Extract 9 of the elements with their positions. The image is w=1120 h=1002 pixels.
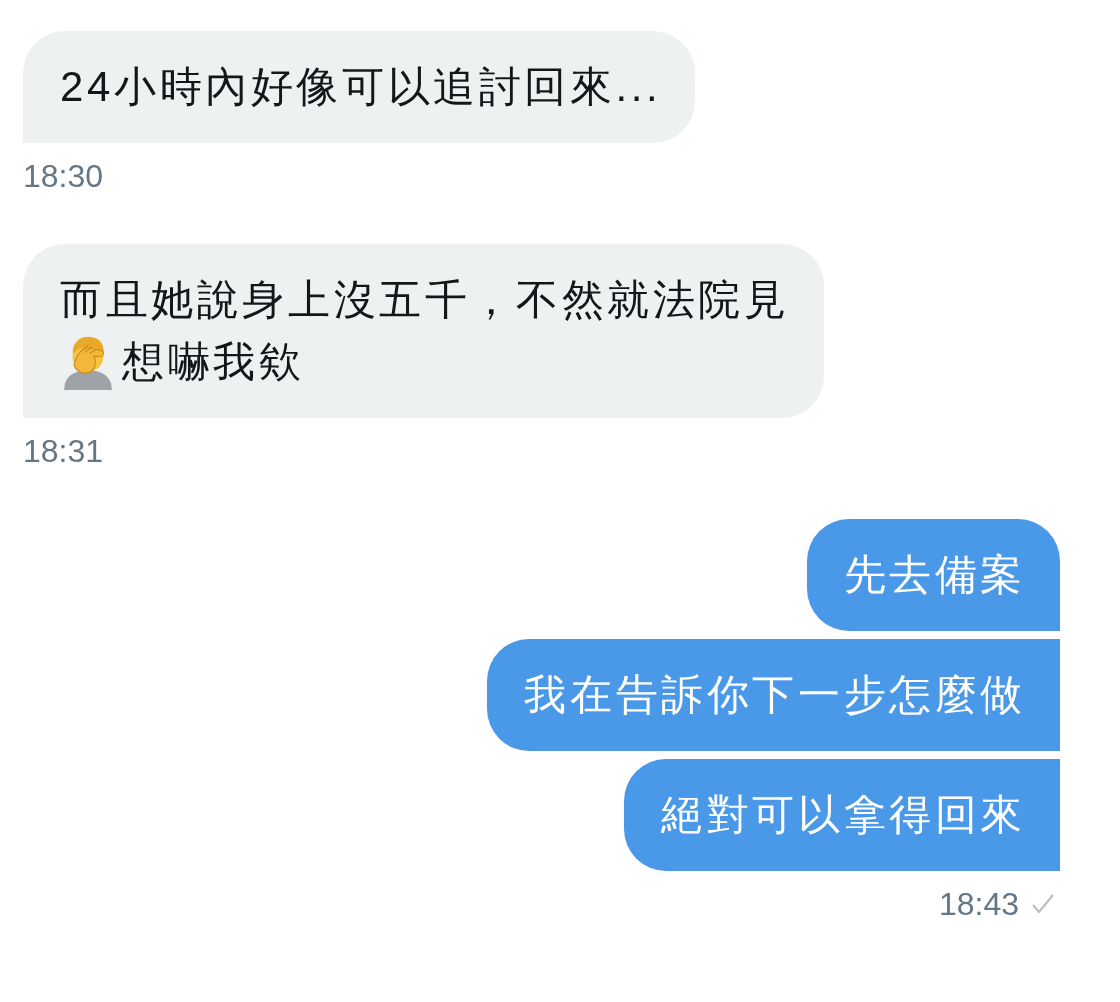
message-time: 18:31: [23, 433, 104, 469]
message-time: 18:30: [23, 158, 104, 194]
message-text: 我在告訴你下一步怎麼做: [524, 670, 1026, 720]
message-text: 絕對可以拿得回來: [661, 790, 1026, 840]
message-text: 24小時內好像可以追討回來...: [60, 62, 662, 112]
message-time: 18:43: [938, 886, 1019, 922]
message-text: 想嚇我欸: [122, 337, 305, 387]
message-text: 而且她說身上沒五千，不然就法院見: [60, 275, 790, 325]
message-text: 先去備案: [843, 550, 1026, 600]
